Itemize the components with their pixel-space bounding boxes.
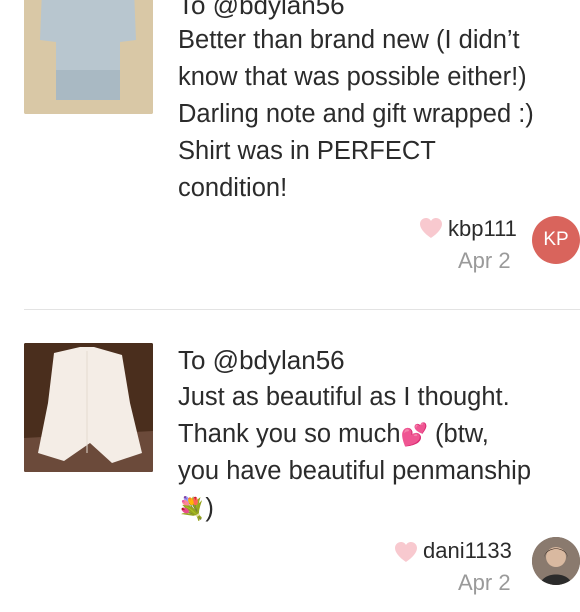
two-hearts-icon: 💕 — [400, 422, 428, 447]
review-card: To @bdylan56 Better than brand new (I di… — [0, 0, 580, 310]
review-card: To @bdylan56 Just as beautiful as I thou… — [0, 312, 580, 612]
reviewer-username[interactable]: kbp111 — [448, 216, 517, 242]
review-recipient[interactable]: To @bdylan56 — [178, 345, 345, 376]
bouquet-icon: 💐 — [178, 496, 206, 521]
heart-icon[interactable] — [418, 216, 444, 240]
listing-thumbnail[interactable] — [24, 0, 153, 114]
listing-thumbnail[interactable] — [24, 343, 153, 472]
reviewer-username[interactable]: dani1133 — [423, 538, 512, 564]
review-text: Better than brand new (I didn’t know tha… — [178, 26, 534, 202]
review-date: Apr 2 — [458, 570, 511, 595]
review-text-part: ) — [205, 494, 214, 522]
review-text: Just as beautiful as I thought. Thank yo… — [178, 379, 580, 527]
review-date: Apr 2 — [458, 248, 511, 273]
avatar[interactable]: KP — [532, 216, 580, 264]
divider — [24, 309, 580, 310]
review-recipient[interactable]: To @bdylan56 — [178, 0, 345, 21]
heart-icon[interactable] — [393, 540, 419, 564]
avatar[interactable] — [532, 537, 580, 585]
